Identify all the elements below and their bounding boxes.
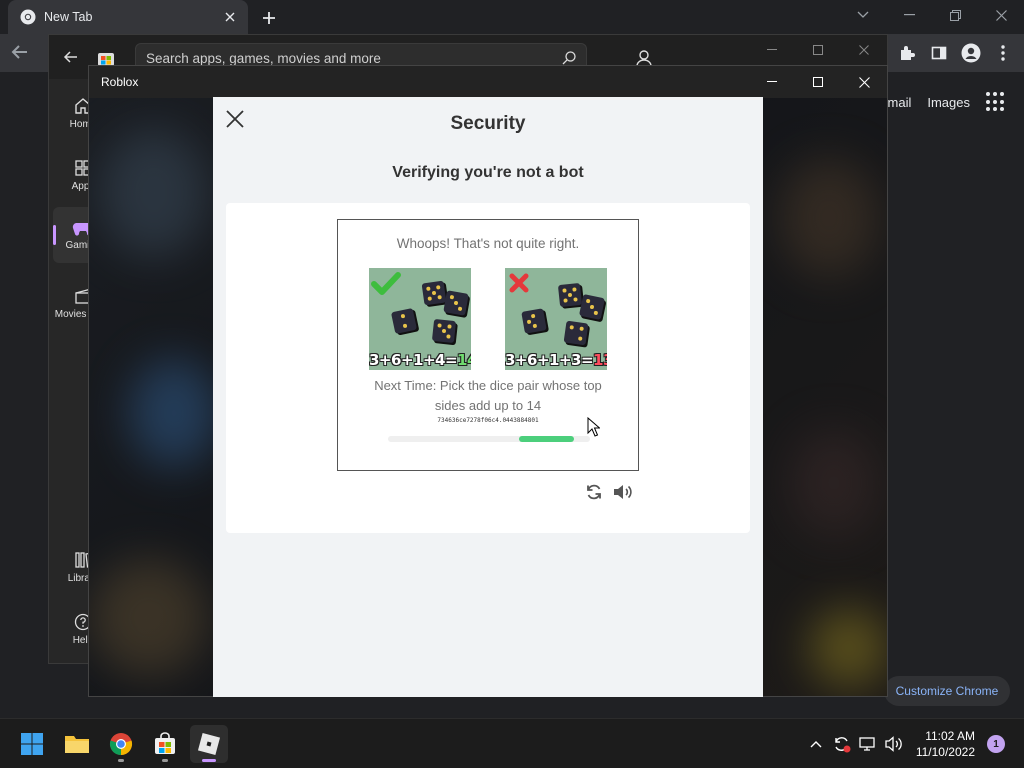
chrome-tab-new-tab[interactable]: New Tab	[8, 0, 248, 34]
restore-icon[interactable]	[932, 0, 978, 30]
extensions-icon[interactable]	[894, 40, 920, 66]
store-window-controls	[749, 35, 887, 65]
timer-progress-fill	[519, 436, 574, 442]
notification-badge[interactable]: 1	[987, 735, 1005, 753]
correct-example-terms: 3+6+1+4=	[369, 351, 458, 369]
back-arrow-icon[interactable]	[10, 42, 34, 64]
security-modal: Security Verifying you're not a bot Whoo…	[213, 97, 763, 697]
minimize-icon[interactable]	[886, 0, 932, 30]
close-tab-icon[interactable]	[222, 9, 238, 25]
chrome-icon	[109, 732, 133, 756]
timer-progress-bar	[388, 436, 590, 442]
clock-time: 11:02 AM	[925, 729, 975, 743]
new-tab-button[interactable]	[258, 7, 280, 29]
tab-title: New Tab	[44, 10, 93, 24]
google-apps-icon[interactable]	[986, 92, 1006, 112]
wrong-example-equation: 3+6+1+3=13	[505, 351, 607, 369]
correct-example-sum: 14	[457, 351, 471, 369]
side-panel-icon[interactable]	[926, 40, 952, 66]
challenge-panel: Whoops! That's not quite right. 3+6+1+4=…	[226, 203, 750, 533]
roblox-close-icon[interactable]	[841, 66, 887, 98]
store-back-arrow-icon[interactable]	[63, 49, 79, 65]
roblox-titlebar: Roblox	[89, 66, 887, 98]
chrome-icon	[20, 9, 36, 25]
clock[interactable]: 11:02 AM 11/10/2022	[916, 728, 975, 760]
start-icon	[20, 732, 44, 756]
store-search-input[interactable]	[146, 50, 562, 66]
more-menu-icon[interactable]	[990, 40, 1016, 66]
wrong-example-sum: 13	[593, 351, 607, 369]
system-tray: 11:02 AM 11/10/2022 1	[804, 719, 1024, 768]
search-icon[interactable]	[562, 51, 576, 65]
store-minimize-icon[interactable]	[749, 35, 795, 65]
wrong-example-image: 3+6+1+3=13	[505, 268, 607, 370]
correct-example-equation: 3+6+1+4=14	[369, 351, 471, 369]
taskbar-file-explorer[interactable]	[58, 725, 96, 763]
result-message: Whoops! That's not quite right.	[396, 236, 580, 251]
roblox-maximize-icon[interactable]	[795, 66, 841, 98]
check-icon	[371, 271, 401, 295]
chevron-up-icon[interactable]	[804, 732, 828, 756]
audio-challenge-icon[interactable]	[612, 483, 634, 501]
profile-icon[interactable]	[958, 40, 984, 66]
images-link[interactable]: Images	[927, 95, 970, 110]
customize-chrome-button[interactable]: Customize Chrome	[884, 676, 1010, 706]
mouse-cursor-icon	[587, 417, 600, 437]
running-indicator	[162, 759, 168, 762]
taskbar: 11:02 AM 11/10/2022 1	[0, 718, 1024, 768]
store-close-icon[interactable]	[841, 35, 887, 65]
hint-text: Next Time: Pick the dice pair whose top …	[374, 378, 602, 413]
taskbar-chrome[interactable]	[102, 725, 140, 763]
reload-challenge-icon[interactable]	[585, 483, 603, 501]
file-explorer-icon	[64, 733, 90, 755]
taskbar-roblox[interactable]	[190, 725, 228, 763]
tab-search-icon[interactable]	[840, 0, 886, 30]
roblox-window-controls	[749, 66, 887, 98]
clock-date: 11/10/2022	[915, 745, 975, 759]
volume-icon[interactable]	[882, 732, 906, 756]
taskbar-store[interactable]	[146, 725, 184, 763]
active-indicator	[202, 759, 216, 762]
roblox-window-title: Roblox	[101, 75, 139, 89]
wrong-example-terms: 3+6+1+3=	[505, 351, 594, 369]
running-indicator	[118, 759, 124, 762]
sync-error-icon[interactable]	[830, 732, 854, 756]
roblox-minimize-icon[interactable]	[749, 66, 795, 98]
cross-icon	[507, 271, 531, 295]
network-icon[interactable]	[856, 732, 880, 756]
store-icon	[153, 732, 177, 756]
chrome-tabstrip: New Tab	[0, 0, 1024, 34]
store-maximize-icon[interactable]	[795, 35, 841, 65]
roblox-icon	[197, 732, 221, 756]
close-icon[interactable]	[978, 0, 1024, 30]
correct-example-image: 3+6+1+4=14	[369, 268, 471, 370]
chrome-window-controls	[840, 0, 1024, 30]
start-button[interactable]	[13, 725, 51, 763]
ntp-top-links: Gmail Images	[877, 92, 1006, 112]
modal-title: Security	[450, 113, 526, 134]
modal-subtitle: Verifying you're not a bot	[392, 164, 584, 181]
